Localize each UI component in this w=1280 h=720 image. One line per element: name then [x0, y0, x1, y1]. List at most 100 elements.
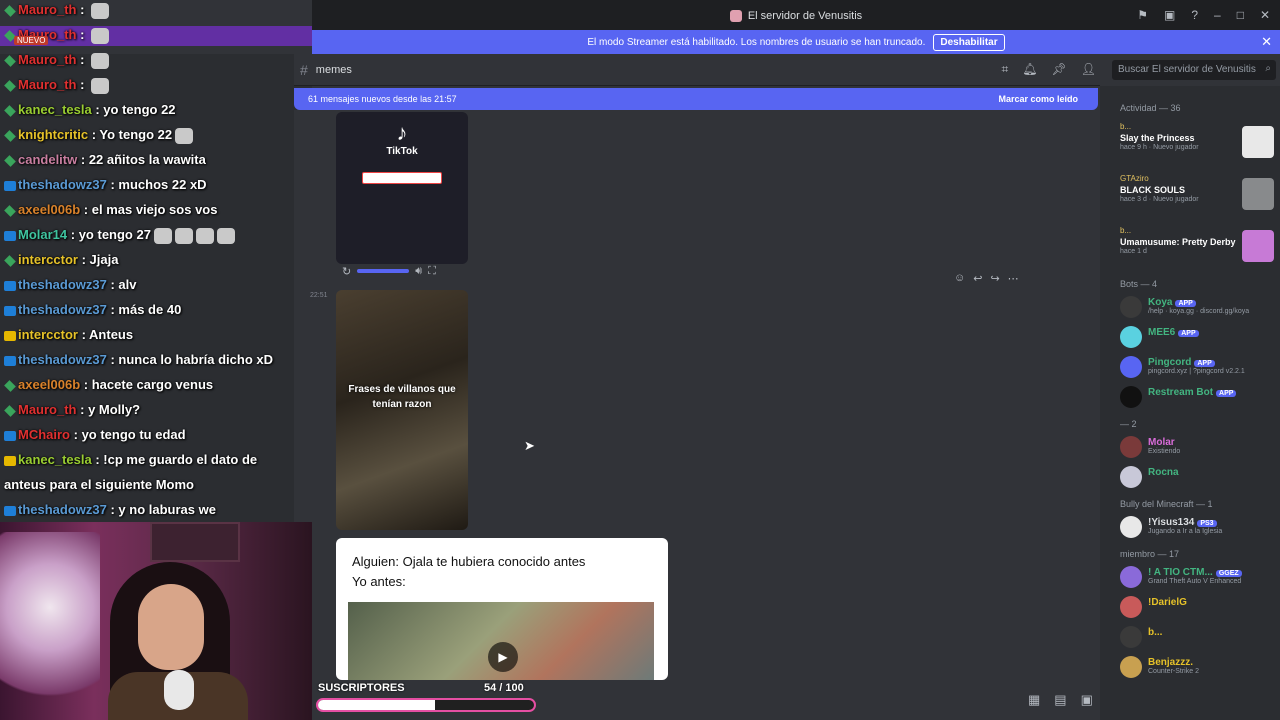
activity-card[interactable]: GTAziro BLACK SOULS hace 3 d · Nuevo jugad… — [1100, 168, 1280, 220]
member-item[interactable]: Restream Bot APP — [1100, 382, 1280, 412]
meme-line-1: Alguien: Ojala te hubiera conocido antes — [352, 554, 586, 569]
minimize-icon[interactable]: – — [1214, 8, 1221, 22]
search-input[interactable]: Buscar El servidor de Venusitis ⌕ — [1112, 60, 1276, 80]
member-name: !Yisus134 PS3 — [1148, 517, 1280, 528]
member-section-title: Bully del Minecraft — 1 — [1120, 499, 1213, 509]
chat-badge-icon — [4, 455, 16, 466]
chat-username[interactable]: intercctor — [18, 327, 78, 342]
member-name: b... — [1148, 627, 1280, 638]
chat-username[interactable]: intercctor — [18, 252, 78, 267]
chat-message: axeel006b : el mas viejo sos vos — [4, 202, 217, 217]
chat-username[interactable]: theshadowz37 — [18, 302, 107, 317]
chat-username[interactable]: Mauro_th — [18, 52, 77, 67]
video-embed[interactable]: Frases de villanos que tenían razon — [336, 290, 468, 530]
volume-icon[interactable]: 🔊︎ — [415, 265, 422, 278]
member-item[interactable]: MEE6 APP — [1100, 322, 1280, 352]
chat-username[interactable]: theshadowz37 — [18, 177, 107, 192]
flag-icon[interactable]: ⚑ — [1137, 8, 1148, 22]
avatar — [1120, 626, 1142, 648]
mouse-cursor-icon: ➤ — [524, 438, 535, 453]
message-list[interactable]: ♪ TikTok ↻ 🔊︎ ⛶ ☺ ↩ ↪ ⋯ 22:51 Frases de … — [294, 110, 1100, 720]
meme-video-thumbnail[interactable]: ▶ — [348, 602, 654, 680]
server-icon — [729, 10, 742, 22]
chat-text: yo tengo 22 — [103, 102, 176, 117]
chat-username[interactable]: candelitw — [18, 152, 77, 167]
member-section-title: Actividad — 36 — [1120, 103, 1181, 113]
streamer-mode-banner: El modo Streamer está habilitado. Los no… — [312, 30, 1280, 54]
activity-card[interactable]: b... Umamusume: Pretty Derby hace 1 d — [1100, 220, 1280, 272]
member-item[interactable]: !Yisus134 PS3 Jugando a Ir a la Iglesia — [1100, 512, 1280, 542]
avatar — [1120, 466, 1142, 488]
member-name-text: b... — [1148, 627, 1163, 638]
inbox-icon[interactable]: ▣ — [1164, 8, 1175, 22]
sticker-icon[interactable]: ▤ — [1054, 692, 1066, 708]
pin-icon[interactable]: 📌︎ — [1052, 62, 1067, 77]
more-icon[interactable]: ⋯ — [1008, 272, 1019, 285]
member-item[interactable]: Molar Existiendo — [1100, 432, 1280, 462]
replay-icon[interactable]: ↻ — [342, 265, 351, 278]
member-item[interactable]: Rocna — [1100, 462, 1280, 492]
member-name-text: MEE6 — [1148, 327, 1176, 338]
new-messages-bar[interactable]: 61 mensajes nuevos desde las 21:57 Marca… — [294, 88, 1098, 110]
chat-separator: : — [106, 277, 119, 292]
chat-emote-icon — [91, 52, 110, 69]
bell-icon[interactable]: 🔔︎ — [1022, 62, 1037, 77]
chat-username[interactable]: axeel006b — [18, 377, 80, 392]
play-icon[interactable]: ▶ — [488, 642, 518, 672]
tiktok-embed[interactable]: ♪ TikTok — [336, 112, 468, 264]
volume-bar[interactable] — [357, 269, 410, 273]
chat-username[interactable]: theshadowz37 — [18, 277, 107, 292]
forward-icon[interactable]: ↪ — [990, 272, 999, 285]
chat-message: candelitw : 22 añitos la wawita — [4, 152, 206, 167]
gift-icon[interactable]: ▣ — [1081, 692, 1093, 708]
chat-username[interactable]: kanec_tesla — [18, 102, 92, 117]
maximize-icon[interactable]: □ — [1237, 8, 1244, 22]
chat-username[interactable]: MChairo — [18, 427, 70, 442]
close-window-icon[interactable]: ✕ — [1260, 8, 1270, 22]
chat-text: hacete cargo venus — [91, 377, 214, 392]
chat-message: MChairo : yo tengo tu edad — [4, 427, 186, 442]
chat-username[interactable]: Molar14 — [18, 227, 67, 242]
members-icon[interactable]: 👤︎ — [1081, 62, 1096, 77]
member-name-text: Restream Bot — [1148, 387, 1214, 398]
close-banner-icon[interactable]: ✕ — [1261, 34, 1272, 50]
chat-emote-icon — [91, 77, 110, 94]
chat-username[interactable]: Mauro_th — [18, 402, 77, 417]
gif-icon[interactable]: ▦ — [1028, 692, 1040, 708]
mark-read-button[interactable]: Marcar como leído — [998, 94, 1078, 104]
chat-username[interactable]: theshadowz37 — [18, 352, 107, 367]
christmas-tree — [0, 532, 100, 720]
chat-username[interactable]: Mauro_th — [18, 2, 77, 17]
chat-username[interactable]: kanec_tesla — [18, 452, 92, 467]
tiktok-label: TikTok — [386, 146, 418, 157]
chat-message: Molar14 : yo tengo 27 — [4, 227, 235, 244]
member-list: Actividad — 36 b... Slay the Princess hace … — [1100, 86, 1280, 720]
meme-embed[interactable]: Alguien: Ojala te hubiera conocido antes… — [336, 538, 668, 680]
chat-username[interactable]: knightcritic — [18, 127, 88, 142]
activity-card[interactable]: b... Slay the Princess hace 9 h · Nuevo ju… — [1100, 116, 1280, 168]
chat-message: theshadowz37 : y no laburas we — [4, 502, 216, 517]
member-tag: APP — [1216, 390, 1237, 397]
member-item[interactable]: ! A TIO CTM... GGEZ Grand Theft Auto V Enh… — [1100, 562, 1280, 592]
chat-username[interactable]: axeel006b — [18, 202, 80, 217]
chat-username[interactable]: Mauro_th — [18, 77, 77, 92]
fullscreen-icon[interactable]: ⛶ — [428, 265, 436, 278]
disable-streamer-button[interactable]: Deshabilitar — [933, 33, 1005, 51]
avatar — [1120, 296, 1142, 318]
member-tag: APP — [1194, 360, 1215, 367]
member-item[interactable]: Koya APP/help · koya.gg · discord.gg/koya — [1100, 292, 1280, 322]
member-item[interactable]: Pingcord APP pingcord.xyz | ?pingcord v2.2… — [1100, 352, 1280, 382]
help-icon[interactable]: ? — [1191, 8, 1198, 22]
avatar — [1120, 596, 1142, 618]
reaction-icon[interactable]: ☺ — [954, 272, 965, 285]
search-placeholder: Buscar El servidor de Venusitis — [1118, 64, 1256, 75]
member-item[interactable]: Benjazzz. Counter-Strike 2 — [1100, 652, 1280, 682]
member-item[interactable]: !DarielG — [1100, 592, 1280, 622]
chat-separator: : — [76, 52, 89, 67]
threads-icon[interactable]: ⌗ — [1002, 62, 1009, 77]
chat-message: kanec_tesla : yo tengo 22 — [4, 102, 176, 117]
chat-badge-icon — [4, 104, 16, 117]
member-item[interactable]: b... — [1100, 622, 1280, 652]
chat-username[interactable]: theshadowz37 — [18, 502, 107, 517]
reply-icon[interactable]: ↩ — [973, 272, 982, 285]
